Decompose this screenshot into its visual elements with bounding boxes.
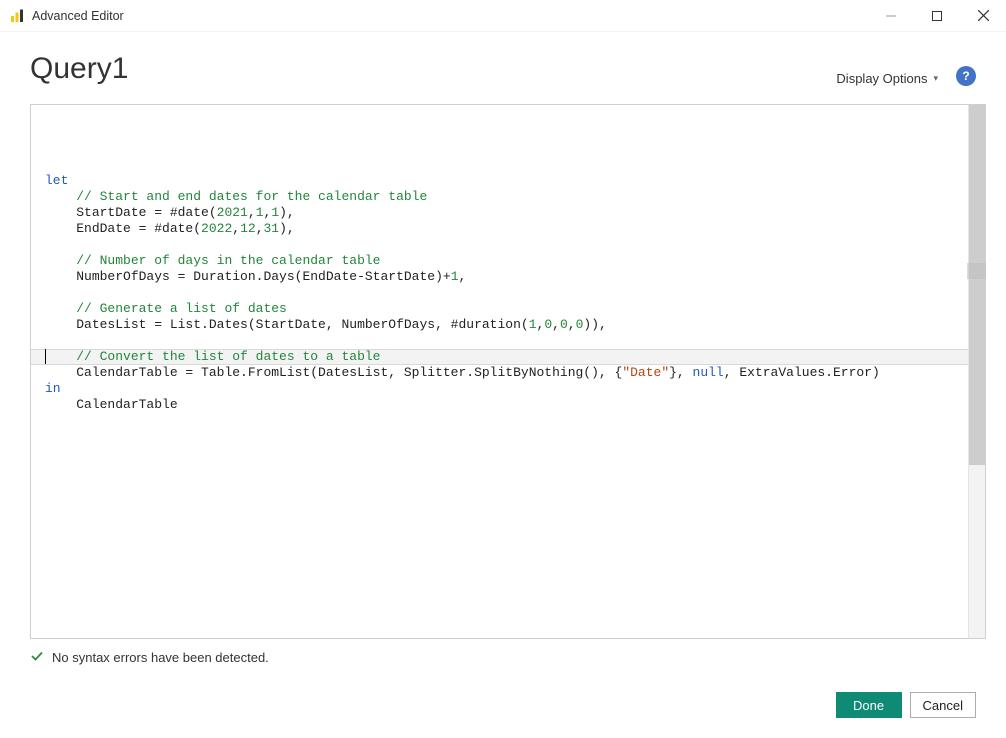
window-title: Advanced Editor [32, 9, 124, 23]
code-line: let [45, 173, 962, 189]
header: Query1 Display Options ▾ ? [0, 32, 1006, 94]
minimize-button[interactable] [868, 0, 914, 32]
code-line [45, 285, 962, 301]
help-icon[interactable]: ? [956, 66, 976, 86]
maximize-button[interactable] [914, 0, 960, 32]
code-line: // Generate a list of dates [45, 301, 962, 317]
cancel-button[interactable]: Cancel [910, 692, 976, 718]
footer-buttons: Done Cancel [836, 692, 976, 718]
close-button[interactable] [960, 0, 1006, 32]
title-bar: Advanced Editor [0, 0, 1006, 32]
code-line: // Convert the list of dates to a table [45, 349, 962, 365]
code-line: StartDate = #date(2021,1,1), [45, 205, 962, 221]
code-line: CalendarTable [45, 397, 962, 413]
scrollbar-marker [967, 263, 986, 279]
display-options-label: Display Options [836, 71, 927, 86]
code-line: NumberOfDays = Duration.Days(EndDate-Sta… [45, 269, 962, 285]
scrollbar-thumb[interactable] [969, 105, 985, 465]
code-line: CalendarTable = Table.FromList(DatesList… [45, 365, 962, 381]
app-icon [10, 9, 24, 23]
code-line: // Start and end dates for the calendar … [45, 189, 962, 205]
display-options-dropdown[interactable]: Display Options ▾ [836, 71, 938, 86]
status-message: No syntax errors have been detected. [52, 650, 269, 665]
code-line: // Number of days in the calendar table [45, 253, 962, 269]
code-line: in [45, 381, 962, 397]
code-line: DatesList = List.Dates(StartDate, Number… [45, 317, 962, 333]
chevron-down-icon: ▾ [933, 73, 938, 84]
vertical-scrollbar[interactable] [968, 105, 985, 638]
code-line [45, 237, 962, 253]
text-caret [45, 349, 46, 364]
status-bar: No syntax errors have been detected. [0, 639, 1006, 666]
checkmark-icon [30, 649, 44, 666]
code-line [45, 333, 962, 349]
code-editor[interactable]: let // Start and end dates for the calen… [30, 104, 986, 639]
done-button[interactable]: Done [836, 692, 902, 718]
query-name: Query1 [30, 52, 128, 86]
code-line: EndDate = #date(2022,12,31), [45, 221, 962, 237]
